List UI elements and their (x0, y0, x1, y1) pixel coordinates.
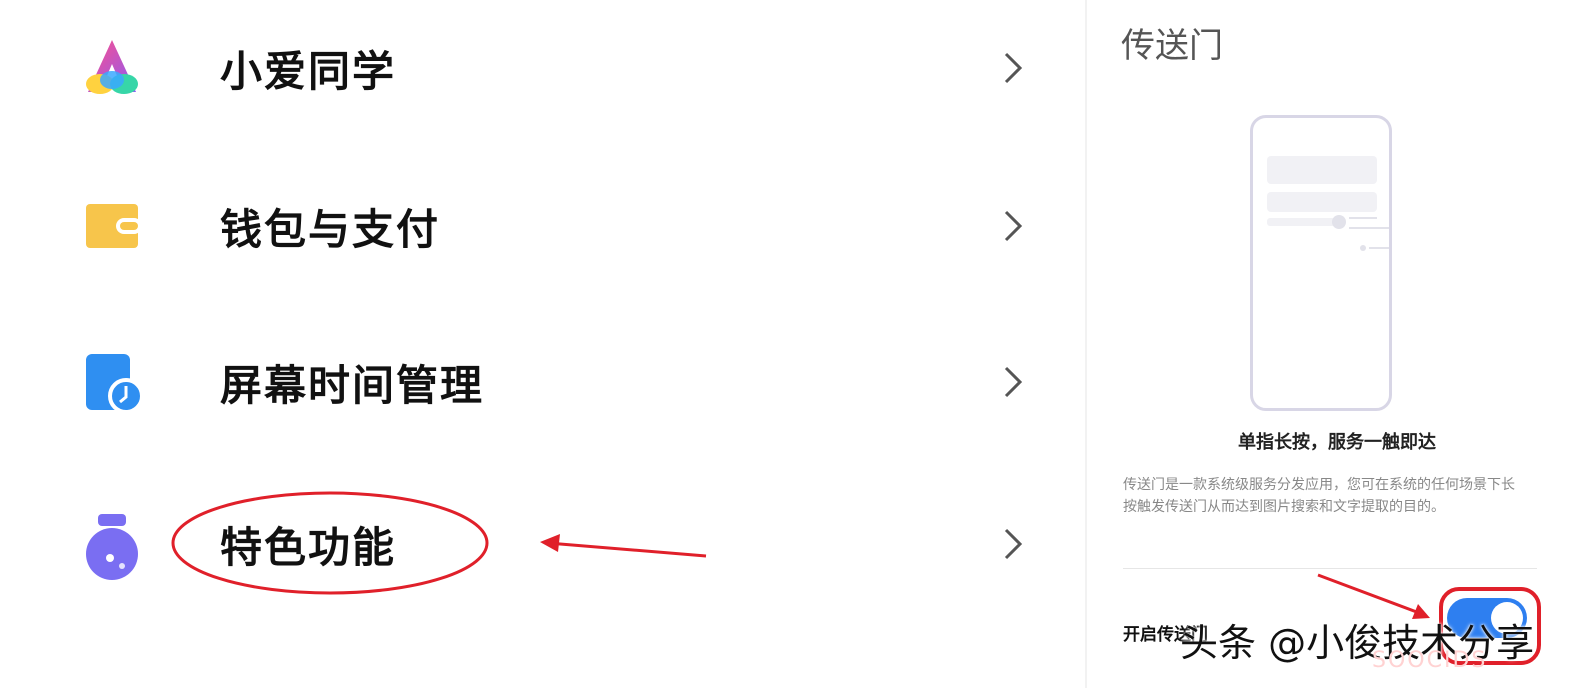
annotation-circle-features (171, 491, 489, 595)
annotation-overlay (171, 491, 1541, 665)
annotation-arrow-toggle (1317, 573, 1423, 616)
annotation-arrow-features (547, 541, 707, 558)
annotation-arrowhead-features (540, 534, 560, 552)
watermark-faint: SOOCIDS (1372, 648, 1488, 673)
